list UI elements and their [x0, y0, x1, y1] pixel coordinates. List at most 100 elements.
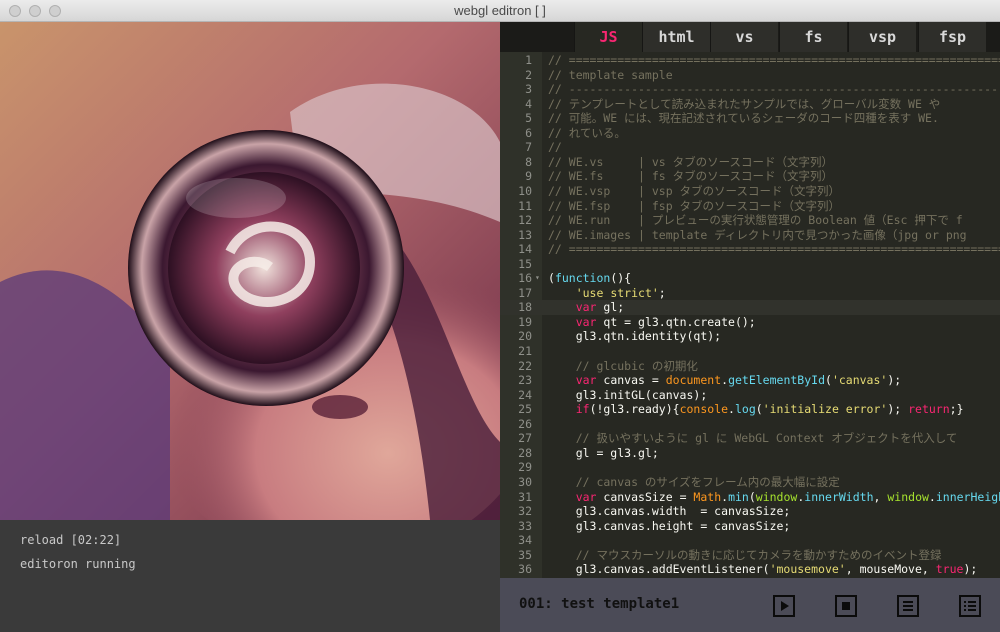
- code-line[interactable]: 16 ▾ (function(){: [500, 271, 1000, 286]
- line-number: 7: [525, 140, 532, 155]
- code-line[interactable]: 26: [500, 417, 1000, 432]
- stop-button[interactable]: [835, 595, 857, 617]
- code-line[interactable]: 3 // ------------------------------------…: [500, 82, 1000, 97]
- line-number: 8: [525, 154, 532, 169]
- code-area[interactable]: 1 // ====================================…: [500, 52, 1000, 578]
- code-text: // -------------------------------------…: [548, 82, 1000, 97]
- line-number: 31: [518, 489, 532, 504]
- code-line[interactable]: 10 // WE.vsp | vsp タブのソースコード（文字列）: [500, 184, 1000, 199]
- line-number: 1: [525, 53, 532, 67]
- tab-fsp[interactable]: fsp: [918, 22, 986, 52]
- code-line[interactable]: 35 // マウスカーソルの動きに応じてカメラを動かすためのイベント登録: [500, 548, 1000, 563]
- code-line[interactable]: 25 if(!gl3.ready){console.log('initializ…: [500, 402, 1000, 417]
- code-line[interactable]: 11 // WE.fsp | fsp タブのソースコード（文字列）: [500, 199, 1000, 214]
- fold-arrow-icon[interactable]: ▾: [535, 271, 540, 286]
- code-line[interactable]: 24 gl3.initGL(canvas);: [500, 388, 1000, 403]
- code-line[interactable]: 22 // glcubic の初期化: [500, 359, 1000, 374]
- line-number: 11: [518, 198, 532, 213]
- code-text: var gl;: [575, 300, 625, 315]
- code-line[interactable]: 34: [500, 533, 1000, 548]
- code-line[interactable]: 23 var canvas = document.getElementById(…: [500, 373, 1000, 388]
- tab-vs[interactable]: vs: [710, 22, 778, 52]
- code-text: // 扱いやすいように gl に WebGL Context オブジェクトを代入…: [548, 431, 958, 446]
- line-number: 2: [525, 67, 532, 82]
- code-line[interactable]: 19 var qt = gl3.qtn.create();: [500, 315, 1000, 330]
- code-text: // 可能。WE には、現在記述されているシェーダのコード四種を表す WE.: [548, 111, 939, 126]
- list-icon: [903, 601, 913, 611]
- code-line[interactable]: 28 gl = gl3.gl;: [500, 446, 1000, 461]
- status-panel: reload [02:22] editoron running: [0, 520, 500, 632]
- line-number: 10: [518, 183, 532, 198]
- line-number: 6: [525, 125, 532, 140]
- code-line[interactable]: 30 // canvas のサイズをフレーム内の最大幅に設定: [500, 475, 1000, 490]
- code-line[interactable]: 21: [500, 344, 1000, 359]
- code-text: if(!gl3.ready){console.log('initialize e…: [575, 402, 964, 417]
- code-line[interactable]: 33 gl3.canvas.height = canvasSize;: [500, 519, 1000, 534]
- code-text: // WE.fsp | fsp タブのソースコード（文字列）: [548, 198, 840, 213]
- line-number: 25: [518, 402, 532, 417]
- code-line[interactable]: 18 var gl;: [500, 300, 1000, 315]
- stop-icon: [842, 602, 850, 610]
- code-line[interactable]: 31 var canvasSize = Math.min(window.inne…: [500, 490, 1000, 505]
- line-number: 9: [525, 169, 532, 184]
- line-number: 17: [518, 285, 532, 300]
- tab-fs[interactable]: fs: [779, 22, 847, 52]
- line-number: 27: [518, 431, 532, 446]
- window-title: webgl editron [ ]: [454, 3, 546, 18]
- line-number: 26: [518, 416, 532, 431]
- running-status-text: editoron running: [20, 557, 136, 571]
- code-line[interactable]: 7 //: [500, 140, 1000, 155]
- code-line[interactable]: 8 // WE.vs | vs タブのソースコード（文字列）: [500, 155, 1000, 170]
- code-line[interactable]: 17 'use strict';: [500, 286, 1000, 301]
- code-line[interactable]: 14 // ===================================…: [500, 242, 1000, 257]
- line-number: 30: [518, 474, 532, 489]
- code-text: gl3.qtn.identity(qt);: [548, 329, 722, 344]
- code-line[interactable]: 20 gl3.qtn.identity(qt);: [500, 329, 1000, 344]
- code-text: gl3.canvas.width = canvasSize;: [548, 504, 791, 519]
- code-line[interactable]: 5 // 可能。WE には、現在記述されているシェーダのコード四種を表す WE.: [500, 111, 1000, 126]
- code-text: // WE.fs | fs タブのソースコード（文字列）: [548, 169, 834, 184]
- tab-js[interactable]: JS: [574, 22, 642, 52]
- line-number: 15: [518, 256, 532, 271]
- code-line[interactable]: 29: [500, 460, 1000, 475]
- line-number: 12: [518, 213, 532, 228]
- code-text: // れている。: [548, 125, 626, 140]
- code-line[interactable]: 6 // れている。: [500, 126, 1000, 141]
- code-text: var qt = gl3.qtn.create();: [575, 314, 756, 329]
- code-line[interactable]: 9 // WE.fs | fs タブのソースコード（文字列）: [500, 169, 1000, 184]
- preview-render-image: [0, 22, 500, 520]
- menu-button[interactable]: [897, 595, 919, 617]
- code-line[interactable]: 27 // 扱いやすいように gl に WebGL Context オブジェクト…: [500, 431, 1000, 446]
- play-icon: [781, 601, 789, 611]
- line-number: 36: [518, 562, 532, 577]
- preview-canvas[interactable]: [0, 22, 500, 520]
- tab-html[interactable]: html: [642, 22, 710, 52]
- code-line[interactable]: 2 // template sample: [500, 68, 1000, 83]
- code-editor[interactable]: JS html vs fs vsp fsp 1 // ==============…: [500, 22, 1000, 578]
- line-number: 14: [518, 242, 532, 257]
- code-text: gl = gl3.gl;: [548, 445, 659, 460]
- line-number: 23: [518, 373, 532, 388]
- line-number: 16: [518, 271, 532, 286]
- code-line[interactable]: 36 gl3.canvas.addEventListener('mousemov…: [500, 562, 1000, 577]
- code-line[interactable]: 12 // WE.run | プレビューの実行状態管理の Boolean 値（Es…: [500, 213, 1000, 228]
- play-button[interactable]: [773, 595, 795, 617]
- code-line[interactable]: 4 // テンプレートとして読み込まれたサンプルでは、グローバル変数 WE や: [500, 97, 1000, 112]
- code-text: // テンプレートとして読み込まれたサンプルでは、グローバル変数 WE や: [548, 96, 941, 111]
- code-text: (function(){: [548, 271, 632, 286]
- code-line[interactable]: 15: [500, 257, 1000, 272]
- line-number: 21: [518, 344, 532, 358]
- line-number: 18: [518, 300, 532, 315]
- template-list-button[interactable]: [959, 595, 981, 617]
- code-text: // glcubic の初期化: [548, 358, 698, 373]
- reload-status-text: reload [02:22]: [20, 533, 122, 547]
- code-text: // WE.run | プレビューの実行状態管理の Boolean 値（Esc …: [548, 213, 963, 228]
- window-titlebar: webgl editron [ ]: [0, 0, 1000, 22]
- code-text: var canvas = document.getElementById('ca…: [575, 373, 902, 388]
- code-line[interactable]: 32 gl3.canvas.width = canvasSize;: [500, 504, 1000, 519]
- numbered-list-icon: [964, 601, 976, 611]
- code-line[interactable]: 1 // ====================================…: [500, 53, 1000, 68]
- code-line[interactable]: 13 // WE.images | template ディレクトリ内で見つかった画…: [500, 228, 1000, 243]
- tab-vsp[interactable]: vsp: [848, 22, 916, 52]
- code-text: // WE.vsp | vsp タブのソースコード（文字列）: [548, 183, 840, 198]
